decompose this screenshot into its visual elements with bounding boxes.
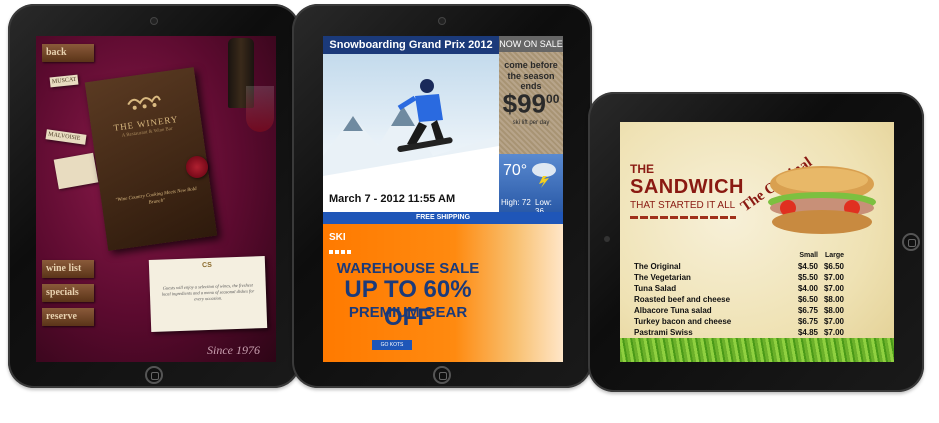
item-name: Turkey bacon and cheese xyxy=(634,317,732,326)
home-button[interactable] xyxy=(433,366,451,384)
price-header: Small Large xyxy=(634,250,844,261)
sale-line-1: come before xyxy=(504,60,558,70)
sale-panel: NOW ON SALE come before the season ends … xyxy=(499,36,563,154)
high-temp: High: 72 xyxy=(501,198,531,207)
price-main: $99 xyxy=(502,88,547,119)
tablet-sandwich: THE SANDWICH THAT STARTED IT ALL The Ori… xyxy=(588,92,924,392)
storm-cloud-icon xyxy=(532,163,556,188)
table-row: The Vegetarian $5.50 $7.00 xyxy=(634,272,844,283)
price-large: $7.00 xyxy=(823,284,844,293)
since-label: Since 1976 xyxy=(207,343,260,357)
price-small: $4.85 xyxy=(797,328,818,337)
tablet-ski: Snowboarding Grand Prix 2012 March 7 - 2… xyxy=(292,4,592,388)
camera-icon xyxy=(151,18,157,24)
sandwich-the: THE xyxy=(630,162,654,176)
wine-glass-image xyxy=(246,86,274,132)
date-time: March 7 - 2012 11:55 AM xyxy=(323,186,499,212)
card-logo: CS xyxy=(202,261,212,270)
price-large: $7.00 xyxy=(823,328,844,337)
snowboarder-image xyxy=(397,79,453,152)
price-large: $8.00 xyxy=(823,295,844,304)
table-row: Turkey bacon and cheese $6.75 $7.00 xyxy=(634,316,844,327)
price-cents: 00 xyxy=(546,92,560,106)
sandwich-tagline: THAT STARTED IT ALL xyxy=(630,200,736,211)
reserve-button[interactable]: reserve xyxy=(42,308,94,326)
wine-tag: MUSCAT xyxy=(49,74,79,88)
specials-button[interactable]: specials xyxy=(42,284,94,302)
winery-quote: "Wine Country Cooking Meets New Bold Bru… xyxy=(115,186,197,206)
vine-logo-icon xyxy=(127,95,161,110)
price-large: $8.00 xyxy=(823,306,844,315)
sandwich-screen: THE SANDWICH THAT STARTED IT ALL The Ori… xyxy=(620,122,894,362)
col-large: Large xyxy=(824,252,844,259)
table-row: The Original $4.50 $6.50 xyxy=(634,261,844,272)
home-button[interactable] xyxy=(902,233,920,251)
item-name: The Original xyxy=(634,262,681,271)
wine-list-button[interactable]: wine list xyxy=(42,260,94,278)
back-button[interactable]: back xyxy=(42,44,94,62)
winery-screen: back MUSCAT MALVOISIE THE WINERY A Resta… xyxy=(36,36,276,362)
table-row: Pastrami Swiss $4.85 $7.00 xyxy=(634,327,844,338)
weather-widget: 70° High: 72 Low: 36 xyxy=(499,154,563,216)
promo-line-1: WAREHOUSE SALE xyxy=(336,260,480,277)
ski-screen: Snowboarding Grand Prix 2012 March 7 - 2… xyxy=(323,36,563,362)
category-label: SKI xyxy=(329,232,346,243)
price-large: $7.00 xyxy=(823,317,844,326)
card-text: Guests will enjoy a selection of wines, … xyxy=(161,282,255,302)
tablet-winery: back MUSCAT MALVOISIE THE WINERY A Resta… xyxy=(8,4,300,388)
price-note: ski lift per day xyxy=(512,120,550,126)
price-small: $4.50 xyxy=(797,262,818,271)
now-on-sale-label: NOW ON SALE xyxy=(499,36,563,52)
price-small: $4.00 xyxy=(797,284,818,293)
snowboard-photo: Snowboarding Grand Prix 2012 March 7 - 2… xyxy=(323,36,499,212)
item-name: Roasted beef and cheese xyxy=(634,295,731,304)
decorative-divider xyxy=(630,216,736,219)
price-small: $6.50 xyxy=(797,295,818,304)
price-small: $6.75 xyxy=(797,306,818,315)
col-small: Small xyxy=(799,252,818,259)
carousel-dots[interactable] xyxy=(329,250,351,254)
temperature: 70° xyxy=(503,162,528,179)
price-large: $6.50 xyxy=(823,262,844,271)
info-card: CS Guests will enjoy a selection of wine… xyxy=(148,255,268,333)
table-row: Tuna Salad $4.00 $7.00 xyxy=(634,283,844,294)
wine-label-card xyxy=(53,152,99,190)
wax-seal-icon xyxy=(186,156,208,178)
free-shipping-banner[interactable]: FREE SHIPPING xyxy=(323,212,563,224)
table-row: Albacore Tuna salad $6.75 $8.00 xyxy=(634,305,844,316)
sale-price: $9900 xyxy=(499,84,563,119)
table-row: Roasted beef and cheese $6.50 $8.00 xyxy=(634,294,844,305)
price-small: $5.50 xyxy=(797,273,818,282)
promo-line-3: PREMIUM GEAR xyxy=(348,304,468,321)
price-table: Small Large The Original $4.50 $6.50 The V… xyxy=(634,250,844,338)
event-title: Snowboarding Grand Prix 2012 xyxy=(323,36,499,54)
promo-banner[interactable]: SKI WAREHOUSE SALE UP TO 60% OFF PREMIUM… xyxy=(323,224,563,362)
sandwich-image xyxy=(768,166,876,234)
camera-icon xyxy=(604,236,610,242)
grass-decoration xyxy=(620,338,894,362)
wine-tag: MALVOISIE xyxy=(45,129,87,145)
item-name: Albacore Tuna salad xyxy=(634,306,712,315)
item-name: The Vegetarian xyxy=(634,273,691,282)
item-name: Pastrami Swiss xyxy=(634,328,693,337)
item-name: Tuna Salad xyxy=(634,284,677,293)
price-large: $7.00 xyxy=(823,273,844,282)
promo-cta-button[interactable]: GO KOTS xyxy=(372,340,412,350)
price-small: $6.75 xyxy=(797,317,818,326)
home-button[interactable] xyxy=(145,366,163,384)
camera-icon xyxy=(439,18,445,24)
sandwich-title: SANDWICH xyxy=(630,176,744,198)
